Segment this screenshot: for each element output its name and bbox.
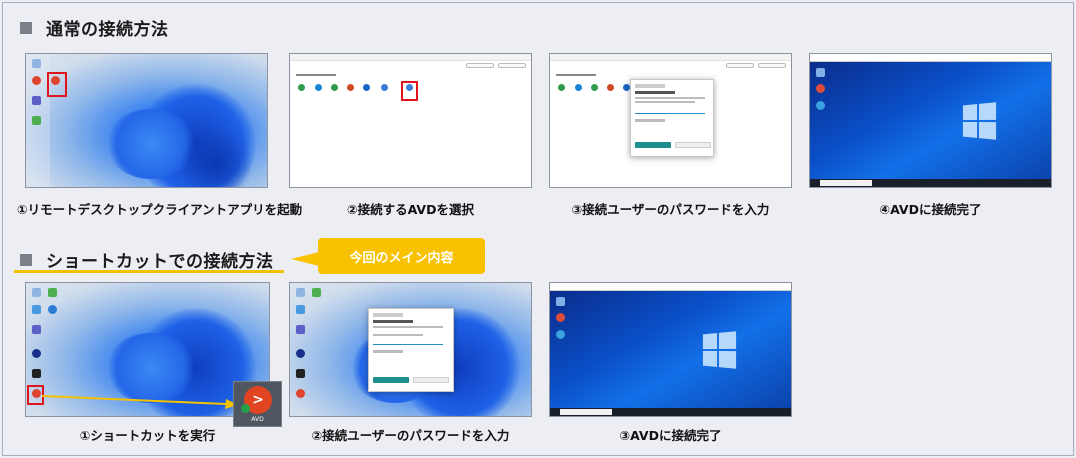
arrow-icon xyxy=(41,395,238,409)
main-content-callout: 今回のメイン内容 xyxy=(318,238,485,274)
screenshot-password xyxy=(549,53,792,188)
section-shortcut-title: ショートカットでの接続方法 xyxy=(46,252,274,272)
login-dialog xyxy=(630,79,714,157)
section-shortcut-header: ショートカットでの接続方法 xyxy=(20,247,274,272)
screenshot-avd-select xyxy=(289,53,532,188)
screenshot-shortcut-password xyxy=(289,282,532,417)
windows-logo-icon xyxy=(962,102,997,140)
screenshot-desktop-launch xyxy=(25,53,268,188)
section-normal-title: 通常の接続方法 xyxy=(46,20,169,40)
login-dialog xyxy=(368,308,454,392)
shortcut-icon-label: AVD xyxy=(251,416,264,423)
windows-logo-icon xyxy=(702,331,737,369)
screenshot-shortcut-avd-desktop xyxy=(549,282,792,417)
caption-shortcut-1: ①ショートカットを実行 xyxy=(79,428,216,443)
section-underline xyxy=(14,270,284,273)
caption-normal-4: ④AVDに接続完了 xyxy=(879,202,982,217)
square-bullet-icon xyxy=(20,21,32,34)
highlight-box xyxy=(47,72,67,97)
caption-normal-1: ①リモートデスクトップクライアントアプリを起動 xyxy=(17,202,303,217)
caption-normal-2: ②接続するAVDを選択 xyxy=(347,202,474,217)
screenshot-avd-desktop xyxy=(809,53,1052,188)
avd-shortcut-icon[interactable]: > AVD xyxy=(233,381,282,427)
caption-shortcut-2: ②接続ユーザーのパスワードを入力 xyxy=(311,428,510,443)
caption-normal-3: ③接続ユーザーのパスワードを入力 xyxy=(571,202,770,217)
section-normal-header: 通常の接続方法 xyxy=(20,15,169,40)
caption-shortcut-3: ③AVDに接続完了 xyxy=(619,428,722,443)
callout-tail xyxy=(291,252,319,266)
highlight-box xyxy=(401,81,418,101)
square-bullet-icon xyxy=(20,253,32,266)
